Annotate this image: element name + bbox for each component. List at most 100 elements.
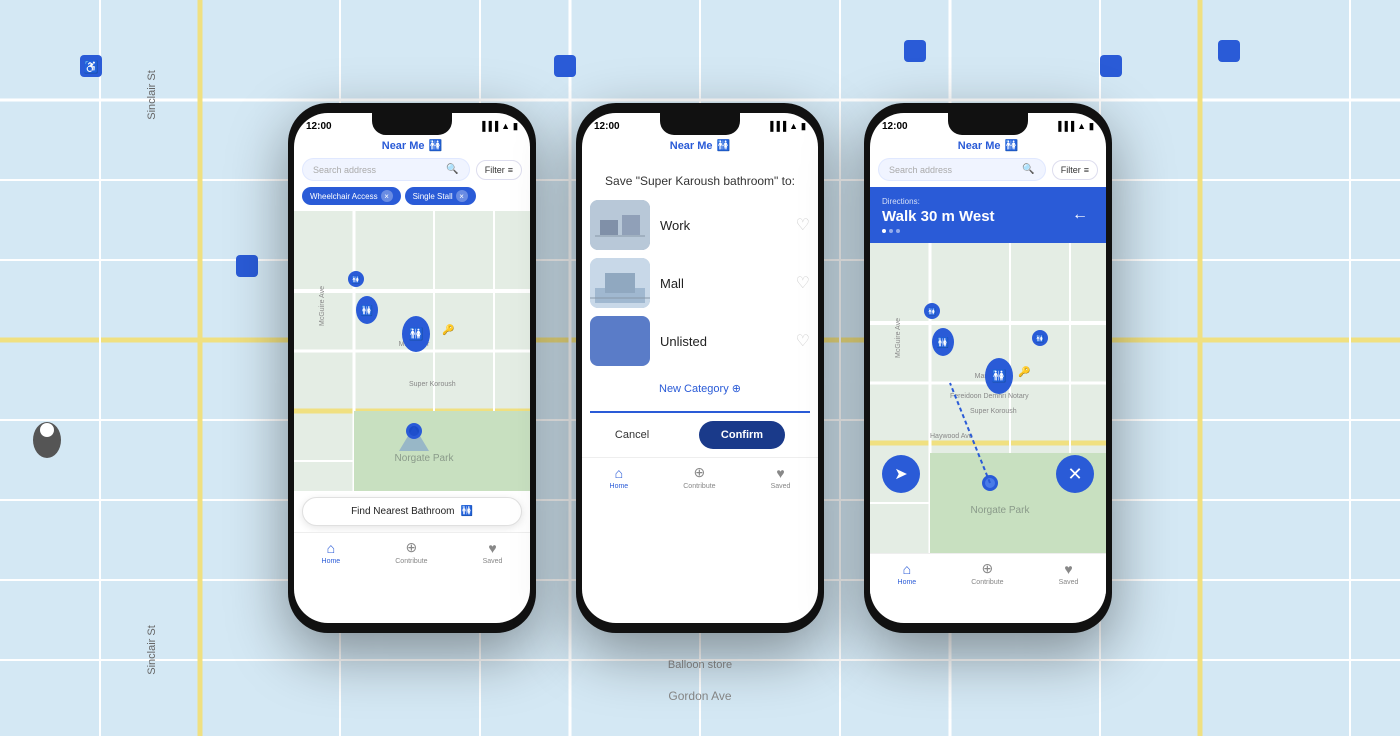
filter-label-1: Filter (485, 165, 505, 175)
app-header-1: Near Me 🚻 (294, 135, 530, 158)
chip-wheelchair[interactable]: Wheelchair Access × (302, 187, 401, 205)
svg-text:🔑: 🔑 (442, 323, 455, 336)
directions-label: Directions: (882, 197, 995, 206)
phone-1: 12:00 ▐▐▐ ▲ ▮ Near Me 🚻 Search address 🔍 (288, 103, 536, 633)
app-header-3: Near Me 🚻 (870, 135, 1106, 158)
tab-contribute-1[interactable]: ⊕ Contribute (395, 539, 427, 565)
svg-text:🚻: 🚻 (992, 369, 1007, 383)
svg-text:Haywood Ave: Haywood Ave (930, 433, 973, 440)
contribute-icon-3: ⊕ (982, 560, 994, 577)
unlisted-image (590, 316, 650, 366)
save-option-unlisted[interactable]: Unlisted ♡ (590, 316, 810, 366)
contribute-label-3: Contribute (971, 579, 1003, 586)
mall-heart[interactable]: ♡ (796, 273, 810, 293)
new-category-label: New Category (659, 383, 729, 395)
bathroom-icon-2: 🚻 (717, 139, 731, 152)
new-category[interactable]: New Category ⊕ (590, 382, 810, 395)
contribute-icon-2: ⊕ (694, 464, 706, 481)
notch-2 (660, 113, 740, 135)
work-heart[interactable]: ♡ (796, 215, 810, 235)
phone-1-screen: 12:00 ▐▐▐ ▲ ▮ Near Me 🚻 Search address 🔍 (294, 113, 530, 623)
search-placeholder-3: Search address (889, 165, 1018, 175)
chip-x-2[interactable]: × (456, 190, 468, 202)
phone-1-map: Norgate Park McGuire Ave Marine Dr Jim P… (294, 211, 530, 491)
status-icons-3: ▐▐▐ ▲ ▮ (1055, 121, 1094, 132)
battery-icon-3: ▮ (1089, 121, 1094, 132)
chip-label-1: Wheelchair Access (310, 192, 378, 201)
tab-home-1[interactable]: ⌂ Home (322, 540, 341, 565)
search-box-3[interactable]: Search address 🔍 (878, 158, 1046, 181)
saved-label-3: Saved (1059, 579, 1079, 586)
home-icon-3: ⌂ (903, 561, 911, 577)
bathroom-icon-find: 🚻 (460, 506, 472, 517)
chip-label-2: Single Stall (413, 192, 453, 201)
search-icon-3: 🔍 (1022, 164, 1034, 175)
filter-btn-1[interactable]: Filter ≡ (476, 160, 522, 180)
work-label: Work (660, 218, 786, 233)
bottom-bar-1: ⌂ Home ⊕ Contribute ♥ Saved (294, 532, 530, 573)
home-label-3: Home (898, 579, 917, 586)
search-box-1[interactable]: Search address 🔍 (302, 158, 470, 181)
tab-contribute-3[interactable]: ⊕ Contribute (971, 560, 1003, 586)
filter-icon-1: ≡ (508, 165, 513, 175)
save-option-work[interactable]: Work ♡ (590, 200, 810, 250)
tab-home-3[interactable]: ⌂ Home (898, 561, 917, 586)
app-title-3: Near Me (958, 140, 1001, 152)
save-dialog: Save "Super Karoush bathroom" to: Work ♡ (582, 158, 818, 457)
dot-2 (889, 229, 893, 233)
contribute-label-2: Contribute (683, 483, 715, 490)
unlisted-label: Unlisted (660, 334, 786, 349)
battery-icon-2: ▮ (801, 121, 806, 132)
close-nav-btn[interactable]: ✕ (1056, 455, 1094, 493)
svg-text:🚻: 🚻 (409, 327, 424, 341)
notch-3 (948, 113, 1028, 135)
cancel-btn[interactable]: Cancel (615, 429, 649, 441)
phones-container: 12:00 ▐▐▐ ▲ ▮ Near Me 🚻 Search address 🔍 (0, 0, 1400, 736)
tab-saved-1[interactable]: ♥ Saved (483, 540, 503, 565)
back-btn[interactable]: ← (1066, 201, 1094, 229)
phone-3-map: Norgate Park McGuire Ave Marine Dr Haywo… (870, 243, 1106, 553)
svg-text:McGuire Ave: McGuire Ave (319, 286, 326, 326)
tab-saved-2[interactable]: ♥ Saved (771, 465, 791, 490)
saved-icon-1: ♥ (488, 540, 496, 556)
unlisted-heart[interactable]: ♡ (796, 331, 810, 351)
status-time-2: 12:00 (594, 121, 620, 132)
filter-icon-3: ≡ (1084, 165, 1089, 175)
chip-x-1[interactable]: × (381, 190, 393, 202)
search-icon-1: 🔍 (446, 164, 458, 175)
svg-text:🚻: 🚻 (361, 304, 373, 317)
navigate-btn[interactable]: ➤ (882, 455, 920, 493)
svg-text:McGuire Ave: McGuire Ave (895, 318, 902, 358)
tab-saved-3[interactable]: ♥ Saved (1059, 561, 1079, 586)
directions-dots (882, 229, 995, 233)
phone-2-screen: 12:00 ▐▐▐ ▲ ▮ Near Me 🚻 Save "Super Karo… (582, 113, 818, 623)
app-title-1: Near Me (382, 140, 425, 152)
filter-btn-3[interactable]: Filter ≡ (1052, 160, 1098, 180)
saved-icon-2: ♥ (776, 465, 784, 481)
plus-icon: ⊕ (732, 383, 741, 395)
find-nearest-btn[interactable]: Find Nearest Bathroom 🚻 (302, 497, 522, 526)
save-title: Save "Super Karoush bathroom" to: (590, 174, 810, 188)
tab-home-2[interactable]: ⌂ Home (610, 465, 629, 490)
signal-icon-3: ▐▐▐ (1055, 121, 1074, 131)
saved-label-1: Saved (483, 558, 503, 565)
status-time-1: 12:00 (306, 121, 332, 132)
wifi-icon: ▲ (501, 121, 510, 131)
signal-icon: ▐▐▐ (479, 121, 498, 131)
bottom-bar-3: ⌂ Home ⊕ Contribute ♥ Saved (870, 553, 1106, 594)
home-icon-1: ⌂ (327, 540, 335, 556)
mall-image (590, 258, 650, 308)
directions-header: Directions: Walk 30 m West ← (870, 187, 1106, 243)
tab-contribute-2[interactable]: ⊕ Contribute (683, 464, 715, 490)
contribute-icon-1: ⊕ (406, 539, 418, 556)
save-option-mall[interactable]: Mall ♡ (590, 258, 810, 308)
svg-text:Super Koroush: Super Koroush (409, 381, 456, 388)
work-image (590, 200, 650, 250)
chip-single-stall[interactable]: Single Stall × (405, 187, 476, 205)
status-icons-2: ▐▐▐ ▲ ▮ (767, 121, 806, 132)
home-label-1: Home (322, 558, 341, 565)
phone-3: 12:00 ▐▐▐ ▲ ▮ Near Me 🚻 Search address 🔍 (864, 103, 1112, 633)
svg-text:🚻: 🚻 (352, 275, 361, 284)
status-icons-1: ▐▐▐ ▲ ▮ (479, 121, 518, 132)
confirm-btn[interactable]: Confirm (699, 421, 785, 449)
